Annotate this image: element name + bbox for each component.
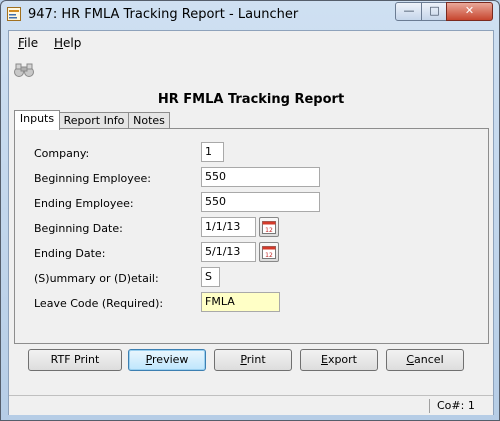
- maximize-button[interactable]: □: [421, 2, 448, 21]
- menu-help-label: elp: [63, 36, 82, 50]
- calendar-icon: 12: [262, 246, 276, 259]
- close-button[interactable]: ✕: [446, 2, 493, 21]
- print-label: rint: [246, 353, 266, 366]
- menu-file-label: ile: [24, 36, 39, 50]
- menu-bar: File Help: [9, 31, 493, 55]
- preview-button[interactable]: Preview: [128, 349, 206, 371]
- export-label: xport: [327, 353, 357, 366]
- summary-detail-label: (S)ummary or (D)etail:: [34, 272, 159, 285]
- title-bar[interactable]: 947: HR FMLA Tracking Report - Launcher …: [1, 1, 499, 29]
- inputs-panel: Company: 1 Beginning Employee: 550 Endin…: [14, 128, 489, 344]
- ending-date-label: Ending Date:: [34, 247, 106, 260]
- beginning-employee-field[interactable]: 550: [201, 167, 320, 187]
- menu-help[interactable]: Help: [54, 36, 81, 50]
- beginning-date-label: Beginning Date:: [34, 222, 123, 235]
- menu-file[interactable]: File: [18, 36, 38, 50]
- cancel-button[interactable]: Cancel: [386, 349, 464, 371]
- company-field[interactable]: 1: [201, 142, 224, 162]
- ending-date-field[interactable]: 5/1/13: [201, 242, 256, 262]
- beginning-employee-label: Beginning Employee:: [34, 172, 151, 185]
- export-button[interactable]: Export: [300, 349, 378, 371]
- cancel-accel: C: [406, 353, 415, 366]
- minimize-button[interactable]: —: [395, 2, 423, 21]
- status-bar: Co#: 1: [9, 395, 493, 415]
- summary-detail-field[interactable]: S: [201, 267, 220, 287]
- ending-employee-label: Ending Employee:: [34, 197, 134, 210]
- status-company: Co#: 1: [437, 399, 475, 412]
- svg-text:12: 12: [265, 227, 273, 234]
- preview-label: review: [152, 353, 189, 366]
- print-button[interactable]: Print: [214, 349, 292, 371]
- tab-report-info[interactable]: Report Info: [59, 112, 129, 129]
- export-accel: E: [320, 353, 328, 366]
- company-label: Company:: [34, 147, 90, 160]
- ending-date-calendar-button[interactable]: 12: [259, 242, 279, 262]
- ending-employee-field[interactable]: 550: [201, 192, 320, 212]
- rtf-print-button[interactable]: RTF Print: [28, 349, 122, 371]
- calendar-icon: 12: [262, 221, 276, 234]
- window-title: 947: HR FMLA Tracking Report - Launcher: [28, 7, 299, 22]
- tab-inputs[interactable]: Inputs: [14, 110, 60, 130]
- menu-help-accel: H: [54, 36, 64, 50]
- binoculars-icon[interactable]: [13, 62, 35, 78]
- tab-notes[interactable]: Notes: [128, 112, 170, 129]
- leave-code-label: Leave Code (Required):: [34, 297, 164, 310]
- report-title: HR FMLA Tracking Report: [157, 92, 345, 107]
- beginning-date-calendar-button[interactable]: 12: [259, 217, 279, 237]
- launcher-window: 947: HR FMLA Tracking Report - Launcher …: [0, 0, 500, 421]
- client-area: File Help HR FMLA Tracking Report Inputs…: [8, 30, 494, 415]
- leave-code-field[interactable]: FMLA: [201, 292, 280, 312]
- beginning-date-field[interactable]: 1/1/13: [201, 217, 256, 237]
- status-divider: [429, 399, 430, 413]
- app-icon: [7, 7, 21, 21]
- cancel-label: ancel: [414, 353, 444, 366]
- svg-text:12: 12: [265, 252, 273, 259]
